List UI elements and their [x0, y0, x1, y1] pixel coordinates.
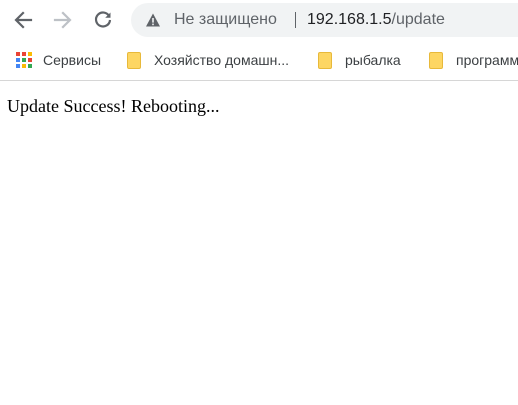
- reload-icon: [94, 11, 112, 28]
- folder-icon: [318, 51, 332, 69]
- url-host: 192.168.1.5: [307, 11, 392, 28]
- folder-icon: [127, 51, 141, 69]
- bookmark-label: рыбалка: [345, 52, 401, 68]
- not-secure-label[interactable]: Не защищено: [174, 3, 277, 37]
- bookmarks-bar: Сервисы Хозяйство домашн... рыбалка прог…: [0, 40, 518, 81]
- bookmark-folder-household[interactable]: Хозяйство домашн...: [127, 40, 289, 80]
- bookmark-folder-programs[interactable]: программ: [429, 40, 518, 80]
- arrow-left-icon: [14, 11, 33, 29]
- url-path: /update: [391, 11, 445, 28]
- browser-toolbar: Не защищено 192.168.1.5/update: [0, 0, 518, 40]
- back-button[interactable]: [8, 5, 38, 35]
- bookmark-label: Хозяйство домашн...: [154, 52, 289, 68]
- address-bar[interactable]: Не защищено 192.168.1.5/update: [131, 3, 518, 37]
- apps-grid-icon: [16, 52, 32, 68]
- bookmark-label: программ: [456, 52, 518, 68]
- arrow-right-icon: [53, 11, 72, 29]
- bookmark-services[interactable]: Сервисы: [16, 40, 101, 80]
- bookmark-folder-fishing[interactable]: рыбалка: [318, 40, 401, 80]
- forward-button[interactable]: [48, 5, 78, 35]
- warning-triangle-icon[interactable]: [145, 12, 161, 28]
- bookmark-label: Сервисы: [43, 52, 102, 68]
- page-message: Update Success! Rebooting...: [7, 96, 220, 116]
- url-text[interactable]: 192.168.1.5/update: [307, 3, 445, 37]
- reload-button[interactable]: [88, 5, 118, 35]
- address-separator: [295, 12, 296, 28]
- folder-icon: [429, 51, 443, 69]
